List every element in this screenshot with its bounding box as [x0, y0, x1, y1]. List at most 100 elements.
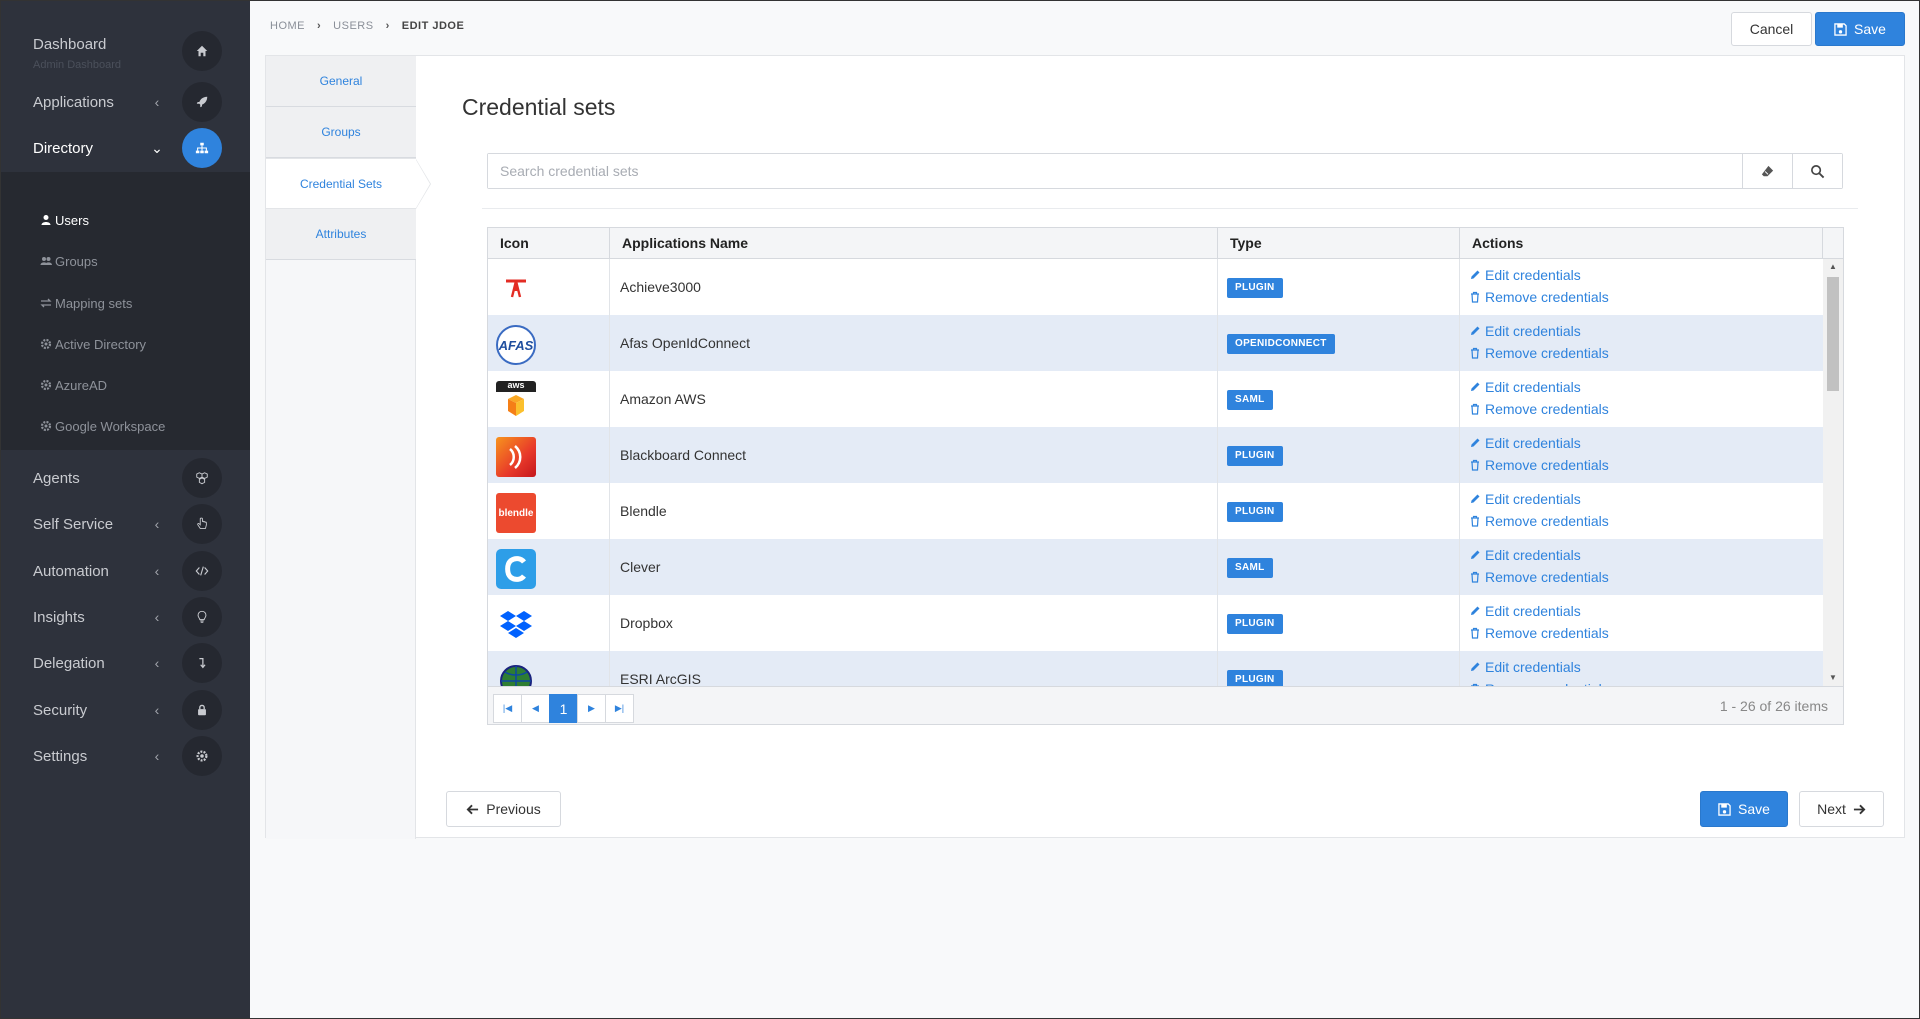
sidebar-subitem-users[interactable]: Users — [40, 209, 89, 231]
previous-page-button[interactable]: ◀ — [521, 694, 550, 723]
clever-logo-icon — [496, 549, 536, 589]
sidebar-item-agents[interactable]: Agents — [0, 455, 250, 501]
type-badge: PLUGIN — [1227, 502, 1283, 522]
edit-credentials-link[interactable]: Edit credentials — [1469, 547, 1581, 563]
type-badge: PLUGIN — [1227, 446, 1283, 466]
trash-icon — [1471, 515, 1479, 527]
breadcrumb-home[interactable]: HOME — [270, 20, 305, 32]
directory-submenu: Users Groups Mapping sets Active Directo… — [0, 172, 250, 450]
pencil-icon — [1471, 382, 1480, 391]
chevron-right-icon: › — [317, 20, 322, 32]
tab-credential-sets[interactable]: Credential Sets — [266, 158, 431, 209]
column-header-type[interactable]: Type — [1218, 228, 1460, 259]
next-page-button[interactable]: ▶ — [577, 694, 606, 723]
column-header-actions[interactable]: Actions — [1460, 228, 1823, 259]
exchange-icon — [40, 298, 52, 308]
type-badge: OPENIDCONNECT — [1227, 334, 1335, 354]
clear-search-button[interactable] — [1742, 154, 1792, 188]
sidebar-item-delegation[interactable]: Delegation ‹ — [0, 640, 250, 686]
sidebar-item-self-service[interactable]: Self Service ‹ — [0, 501, 250, 547]
achieve3000-logo-icon — [496, 269, 536, 309]
sidebar-item-automation[interactable]: Automation ‹ — [0, 548, 250, 594]
chevron-left-icon: ‹ — [154, 94, 160, 110]
edit-credentials-label: Edit credentials — [1485, 491, 1581, 507]
cancel-button[interactable]: Cancel — [1731, 12, 1812, 46]
remove-credentials-link[interactable]: Remove credentials — [1469, 625, 1609, 641]
grid-scrollbar[interactable]: ▲ ▼ — [1823, 259, 1843, 686]
page-number-button[interactable]: 1 — [549, 694, 578, 723]
type-badge: PLUGIN — [1227, 670, 1283, 686]
save-button[interactable]: Save — [1815, 12, 1905, 46]
edit-credentials-link[interactable]: Edit credentials — [1469, 603, 1581, 619]
pencil-icon — [1471, 662, 1480, 671]
edit-credentials-link[interactable]: Edit credentials — [1469, 491, 1581, 507]
sidebar-item-security[interactable]: Security ‹ — [0, 687, 250, 733]
scrollbar-thumb[interactable] — [1827, 277, 1839, 391]
scroll-up-arrow-icon[interactable]: ▲ — [1823, 261, 1843, 273]
save-button-label: Save — [1854, 21, 1886, 37]
sidebar-subitem-groups[interactable]: Groups — [40, 250, 98, 272]
trash-icon — [1471, 347, 1479, 359]
tab-general[interactable]: General — [266, 56, 416, 107]
next-button[interactable]: Next — [1799, 791, 1884, 827]
search-button[interactable] — [1792, 154, 1842, 188]
table-row[interactable]: blendle Blendle PLUGIN Edit credentials … — [488, 483, 1823, 539]
application-name: Amazon AWS — [620, 391, 706, 407]
last-page-icon: ▶| — [614, 703, 625, 713]
remove-credentials-link[interactable]: Remove credentials — [1469, 569, 1609, 585]
cog-icon — [40, 420, 52, 432]
table-row[interactable]: Blackboard Connect PLUGIN Edit credentia… — [488, 427, 1823, 483]
search-input[interactable] — [488, 154, 1742, 188]
remove-credentials-link[interactable]: Remove credentials — [1469, 401, 1609, 417]
sidebar-item-applications[interactable]: Applications ‹ — [0, 79, 250, 125]
sidebar-item-label: Dashboard — [33, 36, 107, 53]
table-row[interactable]: AFAS Afas OpenIdConnect OPENIDCONNECT Ed… — [488, 315, 1823, 371]
sidebar-subitem-google-workspace[interactable]: Google Workspace — [40, 415, 165, 437]
previous-button[interactable]: Previous — [446, 791, 561, 827]
scroll-down-arrow-icon[interactable]: ▼ — [1823, 672, 1843, 684]
remove-credentials-link[interactable]: Remove credentials — [1469, 457, 1609, 473]
aws-logo-icon: aws — [496, 381, 536, 421]
chevron-left-icon: ‹ — [154, 563, 160, 579]
remove-credentials-link[interactable]: Remove credentials — [1469, 289, 1609, 305]
sidebar-item-directory[interactable]: Directory ⌄ — [0, 125, 250, 171]
sidebar-item-settings[interactable]: Settings ‹ — [0, 733, 250, 779]
last-page-button[interactable]: ▶| — [605, 694, 634, 723]
table-row[interactable]: Clever SAML Edit credentials Remove cred… — [488, 539, 1823, 595]
tab-groups[interactable]: Groups — [266, 107, 416, 158]
column-header-application-name[interactable]: Applications Name — [610, 228, 1218, 259]
sidebar-item-insights[interactable]: Insights ‹ — [0, 594, 250, 640]
caret-left-icon: ◀ — [532, 703, 539, 713]
tab-attributes[interactable]: Attributes — [266, 209, 416, 260]
pencil-icon — [1471, 438, 1480, 447]
edit-credentials-link[interactable]: Edit credentials — [1469, 435, 1581, 451]
sidebar-subitem-azuread[interactable]: AzureAD — [40, 374, 107, 396]
edit-credentials-link[interactable]: Edit credentials — [1469, 267, 1581, 283]
dropbox-logo-icon — [496, 605, 536, 645]
edit-credentials-link[interactable]: Edit credentials — [1469, 379, 1581, 395]
table-row[interactable]: ESRI ArcGIS PLUGIN Edit credentials Remo… — [488, 651, 1823, 686]
remove-credentials-link[interactable]: Remove credentials — [1469, 345, 1609, 361]
remove-credentials-link[interactable]: Remove credentials — [1469, 513, 1609, 529]
table-row[interactable]: aws Amazon AWS SAML Edit credentials Rem… — [488, 371, 1823, 427]
sidebar-subitem-mapping-sets[interactable]: Mapping sets — [40, 292, 132, 314]
sidebar-subitem-active-directory[interactable]: Active Directory — [40, 333, 146, 355]
sidebar-item-label: Agents — [33, 469, 80, 487]
sidebar-subitem-label: Google Workspace — [55, 418, 166, 434]
application-name: Afas OpenIdConnect — [620, 335, 750, 351]
table-row[interactable]: Dropbox PLUGIN Edit credentials Remove c… — [488, 595, 1823, 651]
edit-credentials-link[interactable]: Edit credentials — [1469, 323, 1581, 339]
first-page-button[interactable]: |◀ — [493, 694, 522, 723]
sidebar-item-dashboard[interactable]: Dashboard Admin Dashboard — [0, 28, 250, 74]
pencil-icon — [1471, 326, 1480, 335]
tab-label: Credential Sets — [299, 176, 383, 191]
edit-credentials-link[interactable]: Edit credentials — [1469, 659, 1581, 675]
edit-credentials-label: Edit credentials — [1485, 435, 1581, 451]
home-icon — [182, 31, 222, 71]
type-badge: PLUGIN — [1227, 614, 1283, 634]
column-header-icon[interactable]: Icon — [488, 228, 610, 259]
sidebar-item-sublabel: Admin Dashboard — [33, 59, 122, 71]
save-button-bottom[interactable]: Save — [1700, 791, 1788, 827]
breadcrumb-users[interactable]: USERS — [333, 20, 373, 32]
table-row[interactable]: Achieve3000 PLUGIN Edit credentials Remo… — [488, 259, 1823, 315]
